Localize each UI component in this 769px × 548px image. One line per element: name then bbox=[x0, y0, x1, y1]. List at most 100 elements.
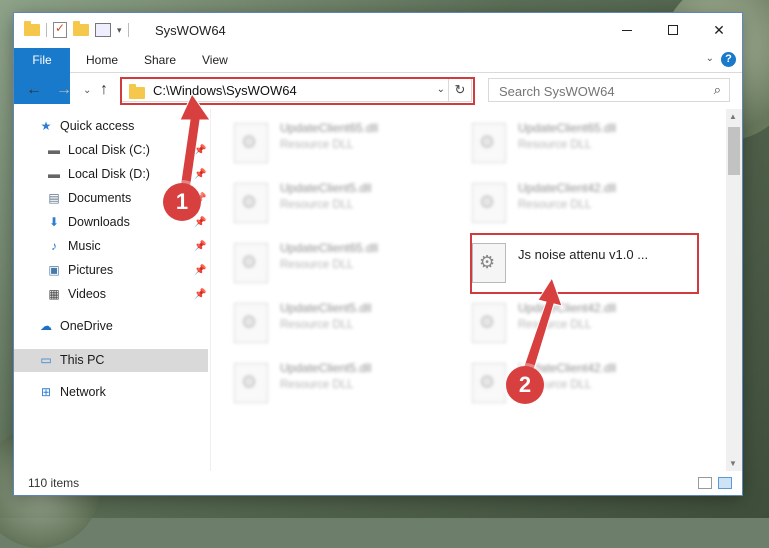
search-icon[interactable]: ⌕ bbox=[714, 82, 721, 98]
file-item[interactable]: UpdateClient42.dll Resource DLL bbox=[464, 353, 694, 409]
sidebar-item-label: Quick access bbox=[60, 119, 135, 133]
sidebar-item-label: OneDrive bbox=[60, 319, 113, 333]
dll-file-icon bbox=[234, 183, 268, 223]
documents-icon: ▤ bbox=[48, 191, 60, 205]
file-item[interactable]: UpdateClient65.dll Resource DLL bbox=[226, 113, 456, 169]
cloud-icon: ☁ bbox=[40, 319, 52, 333]
file-item[interactable]: UpdateClient42.dll Resource DLL bbox=[464, 293, 694, 349]
file-name: UpdateClient65.dll bbox=[280, 121, 379, 135]
item-count: 110 items bbox=[28, 476, 80, 490]
step-2-badge: 2 bbox=[506, 366, 544, 404]
file-type: Resource DLL bbox=[280, 199, 354, 211]
scroll-down-icon[interactable]: ▼ bbox=[729, 459, 737, 468]
file-type: Resource DLL bbox=[280, 139, 354, 151]
file-item[interactable]: UpdateClient42.dll Resource DLL bbox=[464, 173, 694, 229]
file-item[interactable]: UpdateClient5.dll Resource DLL bbox=[226, 293, 456, 349]
file-name: UpdateClient42.dll bbox=[518, 181, 617, 195]
pin-icon[interactable]: 📌 bbox=[194, 283, 206, 306]
sidebar-item-label: Documents bbox=[68, 191, 132, 205]
close-icon: ✕ bbox=[713, 21, 725, 38]
file-type: Resource DLL bbox=[280, 259, 354, 271]
file-item[interactable]: UpdateClient5.dll Resource DLL bbox=[226, 173, 456, 229]
sidebar-item-label: Network bbox=[60, 385, 106, 399]
new-folder-icon[interactable] bbox=[73, 21, 89, 36]
vertical-scrollbar[interactable]: ▲ ▼ bbox=[726, 109, 742, 471]
sidebar-item-this-pc[interactable]: ▭ This PC bbox=[14, 349, 208, 372]
sidebar-item-label: Local Disk (D:) bbox=[68, 167, 150, 181]
file-item[interactable]: UpdateClient5.dll Resource DLL bbox=[226, 353, 456, 409]
close-button[interactable]: ✕ bbox=[696, 13, 742, 47]
drive-icon: ▬ bbox=[48, 167, 60, 181]
drive-icon: ▬ bbox=[48, 143, 60, 157]
sidebar-item-network[interactable]: ⊞ Network bbox=[14, 381, 208, 404]
quick-access-toolbar: ▾ bbox=[24, 21, 129, 38]
star-icon: ★ bbox=[40, 119, 52, 133]
computer-icon: ▭ bbox=[40, 353, 52, 367]
minimize-icon bbox=[622, 29, 632, 31]
dll-file-icon bbox=[234, 123, 268, 163]
maximize-icon bbox=[668, 25, 678, 35]
target-file-highlight bbox=[470, 233, 699, 294]
videos-icon: ▦ bbox=[48, 287, 60, 301]
tab-view[interactable]: View bbox=[188, 48, 242, 72]
sidebar-item-label: Downloads bbox=[68, 215, 130, 229]
dll-file-icon bbox=[472, 123, 506, 163]
file-type: Resource DLL bbox=[280, 379, 354, 391]
dll-file-icon bbox=[472, 363, 506, 403]
minimize-button[interactable] bbox=[604, 13, 650, 47]
sidebar-item-onedrive[interactable]: ☁ OneDrive bbox=[14, 315, 208, 338]
file-name: UpdateClient5.dll bbox=[280, 301, 372, 315]
separator bbox=[127, 23, 129, 37]
file-name: UpdateClient5.dll bbox=[280, 181, 372, 195]
sidebar-item-videos[interactable]: ▦ Videos 📌 bbox=[14, 283, 208, 306]
tab-share[interactable]: Share bbox=[130, 48, 190, 72]
ribbon-tabs: File Home Share View ⌄ ? bbox=[14, 48, 742, 104]
pictures-icon: ▣ bbox=[48, 263, 60, 277]
customize-toolbar-dropdown-icon[interactable]: ▾ bbox=[117, 25, 122, 36]
download-icon: ⬇ bbox=[48, 215, 60, 229]
properties-icon[interactable] bbox=[53, 21, 67, 38]
status-bar: 110 items bbox=[14, 473, 742, 495]
sidebar-item-music[interactable]: ♪ Music 📌 bbox=[14, 235, 208, 258]
dll-file-icon bbox=[234, 303, 268, 343]
file-item[interactable]: UpdateClient65.dll Resource DLL bbox=[464, 113, 694, 169]
file-item[interactable]: UpdateClient65.dll Resource DLL bbox=[226, 233, 456, 289]
expand-ribbon-icon[interactable]: ⌄ bbox=[706, 53, 714, 64]
dll-file-icon bbox=[472, 303, 506, 343]
network-icon: ⊞ bbox=[40, 385, 52, 399]
help-icon[interactable]: ? bbox=[721, 52, 736, 67]
sidebar-item-label: Local Disk (C:) bbox=[68, 143, 150, 157]
file-type: Resource DLL bbox=[280, 319, 354, 331]
sidebar-item-pictures[interactable]: ▣ Pictures 📌 bbox=[14, 259, 208, 282]
music-icon: ♪ bbox=[51, 239, 57, 253]
tab-home[interactable]: Home bbox=[72, 48, 132, 72]
file-type: Resource DLL bbox=[518, 139, 592, 151]
details-view-icon[interactable] bbox=[698, 477, 712, 489]
window-title: SysWOW64 bbox=[155, 23, 226, 38]
recent-locations-icon[interactable]: ⌄ bbox=[83, 85, 91, 96]
scroll-up-icon[interactable]: ▲ bbox=[729, 112, 737, 121]
step-1-badge: 1 bbox=[163, 183, 201, 221]
sidebar-item-label: Music bbox=[68, 239, 101, 253]
dll-file-icon bbox=[234, 243, 268, 283]
maximize-button[interactable] bbox=[650, 13, 696, 47]
dll-file-icon bbox=[472, 183, 506, 223]
separator bbox=[46, 23, 47, 37]
title-bar: ▾ SysWOW64 ✕ bbox=[14, 13, 742, 47]
file-name: UpdateClient65.dll bbox=[518, 121, 617, 135]
back-arrow-icon[interactable]: ← bbox=[26, 81, 42, 99]
sidebar-item-label: Pictures bbox=[68, 263, 114, 277]
file-name: UpdateClient65.dll bbox=[280, 241, 379, 255]
scrollbar-thumb[interactable] bbox=[728, 127, 740, 175]
search-input[interactable] bbox=[497, 82, 701, 100]
large-icons-view-icon[interactable] bbox=[718, 477, 732, 489]
search-box[interactable]: ⌕ bbox=[488, 78, 730, 102]
pin-icon[interactable]: 📌 bbox=[194, 259, 206, 282]
pin-icon[interactable]: 📌 bbox=[194, 235, 206, 258]
rename-icon[interactable] bbox=[95, 23, 111, 37]
folder-icon[interactable] bbox=[24, 21, 40, 36]
sidebar-item-label: Videos bbox=[68, 287, 106, 301]
dll-file-icon bbox=[234, 363, 268, 403]
up-arrow-icon[interactable]: ↑ bbox=[100, 81, 108, 99]
forward-arrow-icon[interactable]: → bbox=[56, 81, 72, 99]
